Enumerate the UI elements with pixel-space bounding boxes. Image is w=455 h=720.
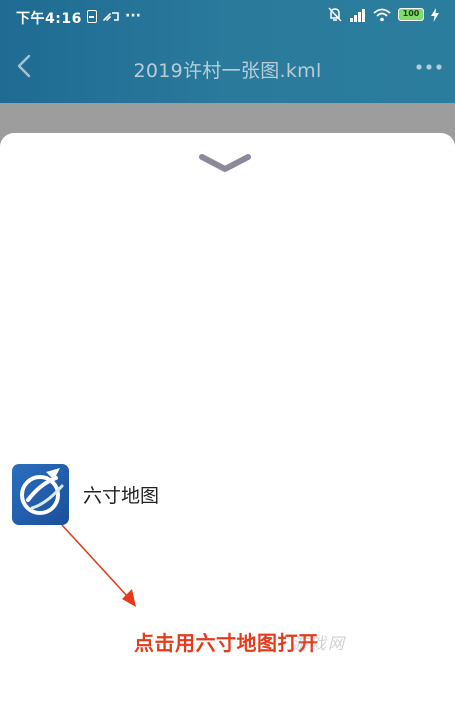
watermark: 游戏网: [292, 634, 347, 653]
annotation-text: 点击用六寸地图打开: [134, 631, 319, 655]
status-left-icons: ···: [87, 8, 141, 24]
cellular-signal-icon: [350, 8, 365, 22]
title-bar: 2019许村一张图.kml: [0, 40, 455, 100]
status-right-icons: 100: [328, 7, 439, 22]
charging-bolt-icon: [431, 7, 439, 22]
cast-icon: [103, 12, 119, 21]
sim-card-icon: [87, 9, 97, 23]
open-with-sheet: 六寸地图 点击用六寸地图打开 游戏网: [0, 133, 455, 720]
liucun-map-app-icon: [12, 464, 69, 525]
annotation-arrow-icon: [61, 524, 136, 607]
app-header: 下午4:16 ··· 100 2019许村一张图.kml: [0, 0, 455, 103]
screen: 下午4:16 ··· 100 2019许村一张图.kml 六寸地图 点击用六寸地…: [0, 0, 455, 720]
status-time: 下午4:16: [16, 11, 82, 27]
status-bar: 下午4:16 ··· 100: [0, 0, 455, 34]
file-title: 2019许村一张图.kml: [133, 60, 322, 82]
app-option-liucun-map[interactable]: 六寸地图: [12, 464, 159, 525]
chevron-down-icon[interactable]: [199, 153, 251, 173]
app-name-label: 六寸地图: [83, 485, 160, 507]
more-options-button[interactable]: [415, 54, 443, 80]
wifi-icon: [373, 8, 391, 21]
more-dots-icon: [416, 64, 442, 70]
battery-icon: 100: [398, 8, 424, 21]
mute-bell-icon: [328, 7, 342, 22]
more-notifications-indicator: ···: [125, 8, 141, 24]
